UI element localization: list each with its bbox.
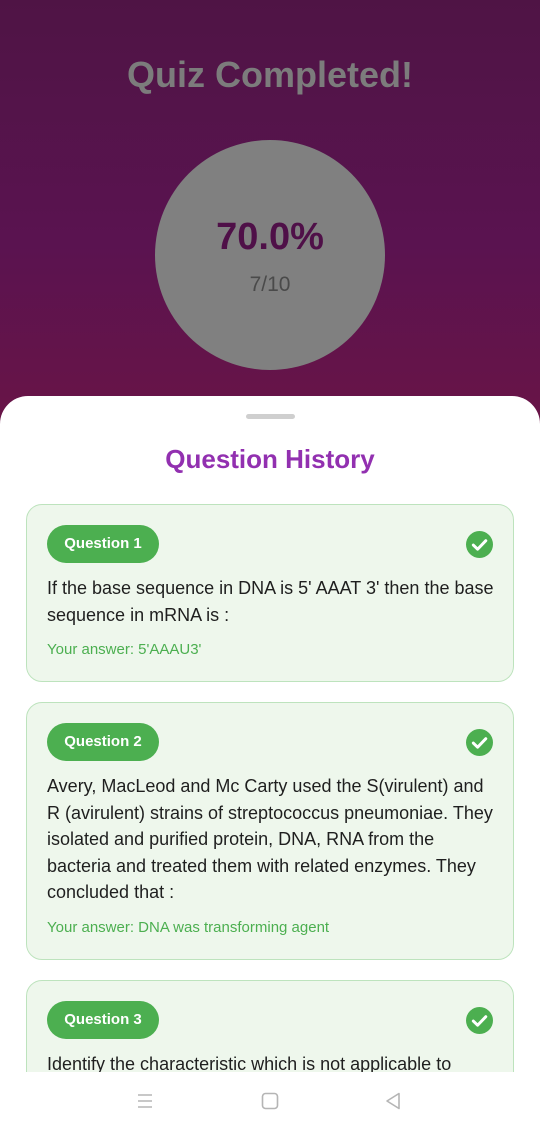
question-card[interactable]: Question 3 Identify the characteristic w… xyxy=(26,980,514,1072)
score-circle: 70.0% 7/10 xyxy=(155,140,385,370)
question-number-badge: Question 1 xyxy=(47,525,159,563)
question-text: If the base sequence in DNA is 5' AAAT 3… xyxy=(47,578,494,625)
question-history-sheet[interactable]: Question History Question 1 If the base … xyxy=(0,396,540,1072)
your-answer: Your answer: DNA was transforming agent xyxy=(47,919,330,936)
question-text: Identify the characteristic which is not… xyxy=(47,1054,452,1072)
menu-icon[interactable] xyxy=(134,1090,156,1112)
results-header: Quiz Completed! 70.0% 7/10 xyxy=(0,0,540,440)
check-circle-icon xyxy=(466,729,493,756)
question-card[interactable]: Question 1 If the base sequence in DNA i… xyxy=(26,504,514,682)
drag-handle[interactable] xyxy=(246,414,295,419)
question-history-title: Question History xyxy=(165,444,375,474)
question-text: Avery, MacLeod and Mc Carty used the S(v… xyxy=(47,776,493,902)
question-number-badge: Question 2 xyxy=(47,723,159,761)
your-answer: Your answer: 5'AAAU3' xyxy=(47,641,202,658)
score-percent: 70.0% xyxy=(216,216,324,258)
home-icon[interactable] xyxy=(259,1090,281,1112)
system-navigation-bar xyxy=(0,1072,540,1128)
check-circle-icon xyxy=(466,1007,493,1034)
question-number-badge: Question 3 xyxy=(47,1001,159,1039)
page-title: Quiz Completed! xyxy=(127,54,413,95)
back-icon[interactable] xyxy=(382,1090,404,1112)
check-circle-icon xyxy=(466,531,493,558)
question-card[interactable]: Question 2 Avery, MacLeod and Mc Carty u… xyxy=(26,702,514,960)
score-fraction: 7/10 xyxy=(249,273,291,296)
